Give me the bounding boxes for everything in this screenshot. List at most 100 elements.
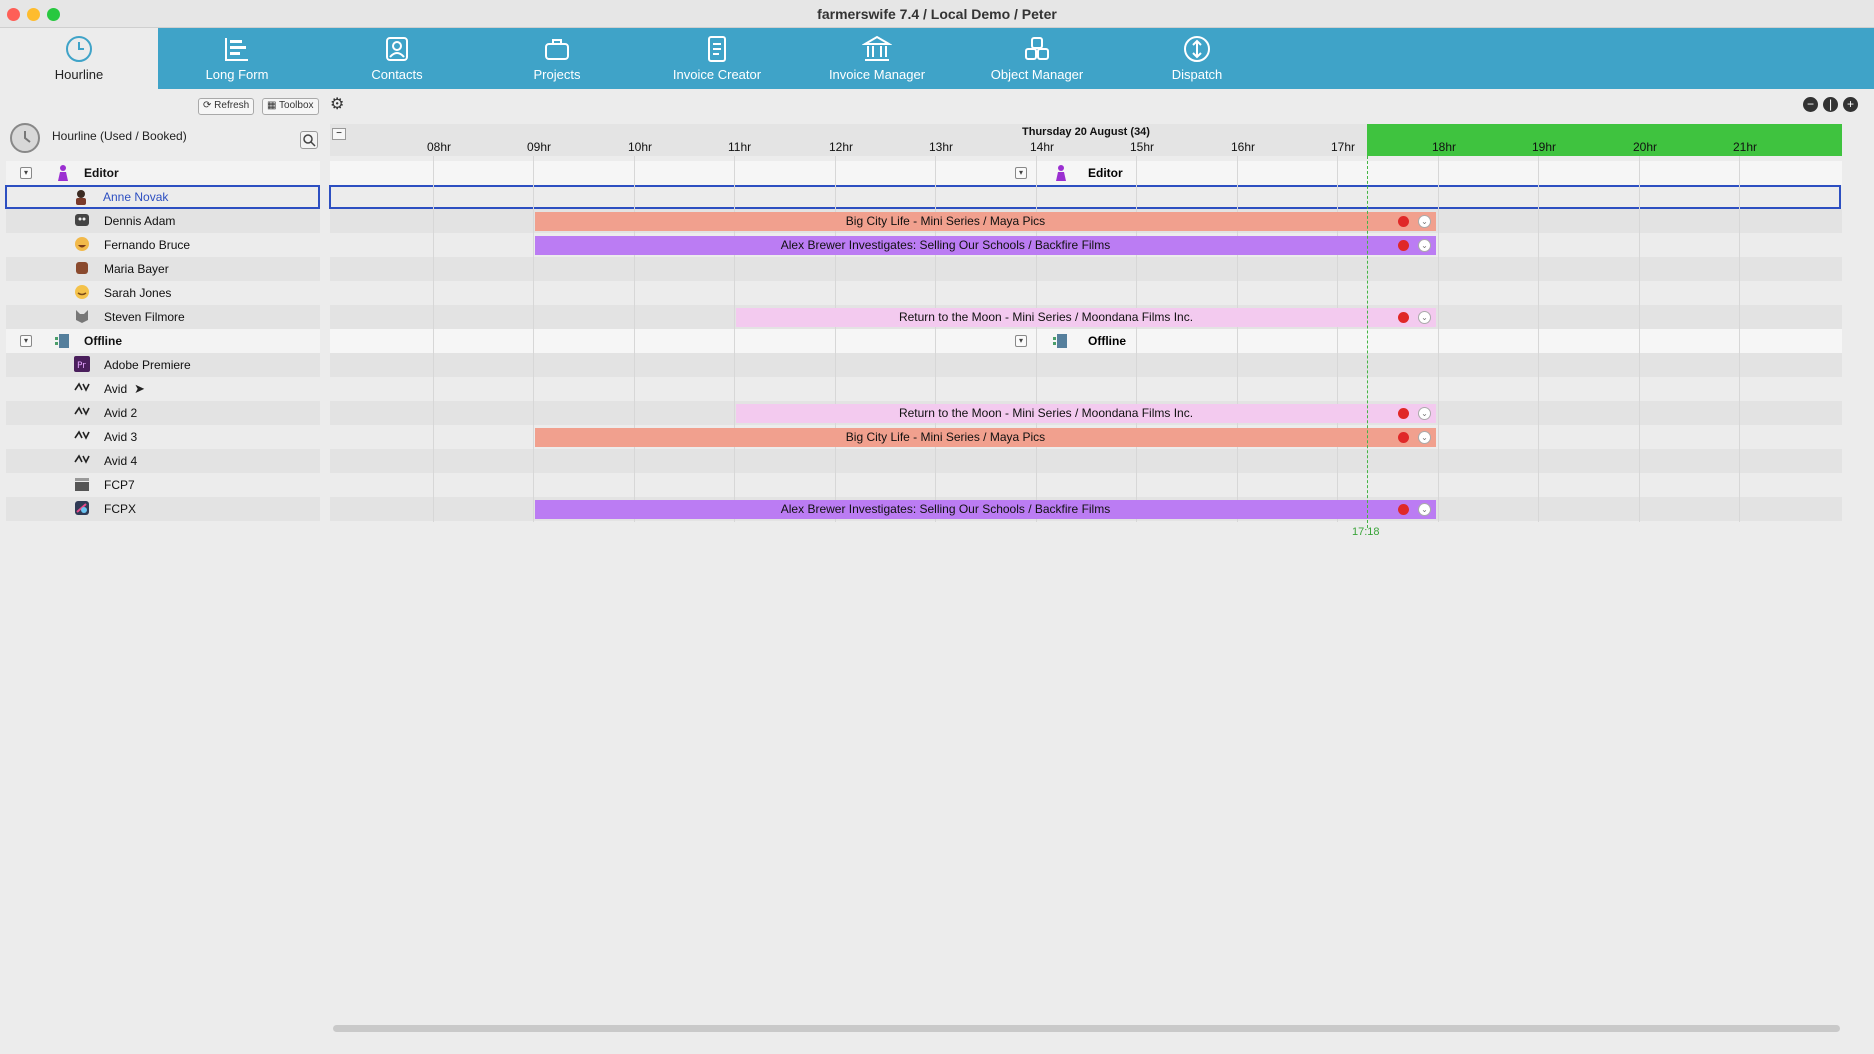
chevron-down-icon[interactable]: ⌄ — [1418, 239, 1431, 252]
gridline — [1237, 156, 1238, 522]
resource-row-sarah-jones[interactable]: Sarah Jones — [0, 281, 1874, 305]
nav-projects[interactable]: Projects — [478, 28, 636, 89]
chevron-down-icon[interactable]: ⌄ — [1418, 311, 1431, 324]
booking-bar[interactable]: Return to the Moon - Mini Series / Moond… — [736, 308, 1436, 327]
booking-bar[interactable]: Return to the Moon - Mini Series / Moond… — [736, 404, 1436, 423]
view-title: Hourline (Used / Booked) — [52, 129, 187, 143]
gridline — [1538, 156, 1539, 522]
gridline — [634, 156, 635, 522]
resource-row-anne-novak[interactable]: Anne Novak — [5, 185, 320, 209]
nav-object-manager[interactable]: Object Manager — [958, 28, 1116, 89]
timeline-row-anne-novak[interactable] — [329, 185, 1841, 209]
search-button[interactable] — [300, 131, 318, 149]
status-dot-icon — [1398, 240, 1409, 251]
booking-label: Alex Brewer Investigates: Selling Our Sc… — [780, 502, 1111, 516]
avid-icon — [74, 454, 90, 464]
disclosure-button[interactable]: ▾ — [1015, 167, 1027, 179]
current-time-line — [1367, 156, 1368, 528]
avatar — [76, 262, 88, 274]
hour-label: 10hr — [628, 140, 653, 154]
chevron-down-icon[interactable]: ⌄ — [1418, 503, 1431, 516]
refresh-label: Refresh — [214, 100, 250, 111]
gear-icon[interactable]: ⚙ — [330, 97, 344, 113]
group-label: Editor — [1088, 166, 1123, 180]
hour-label: 15hr — [1130, 140, 1155, 154]
avatar — [76, 190, 86, 205]
zoom-in-button[interactable]: + — [1843, 97, 1858, 112]
resource-row-fcp7[interactable]: FCP7 — [0, 473, 1874, 497]
booking-bar[interactable]: Alex Brewer Investigates: Selling Our Sc… — [535, 236, 1436, 255]
gridline — [1036, 156, 1037, 522]
resource-row-avid[interactable]: Avid ➤ — [0, 377, 1874, 401]
nav-invoice-creator[interactable]: Invoice Creator — [638, 28, 796, 89]
resource-label: Anne Novak — [103, 190, 169, 204]
avatar — [76, 310, 88, 323]
chevron-down-icon[interactable]: ⌄ — [1418, 407, 1431, 420]
disclosure-button[interactable]: ▾ — [20, 167, 32, 179]
booking-bar[interactable]: Big City Life - Mini Series / Maya Pics … — [535, 428, 1436, 447]
cubes-icon — [1025, 37, 1049, 60]
resource-row-avid-4[interactable]: Avid 4 — [0, 449, 1874, 473]
gridline — [1136, 156, 1137, 522]
contacts-icon — [386, 37, 408, 61]
nav-label: Projects — [533, 67, 581, 82]
status-dot-icon — [1398, 312, 1409, 323]
current-time-label: 17:18 — [1352, 526, 1380, 538]
premiere-icon: Pr — [74, 356, 90, 372]
hour-label: 08hr — [427, 140, 452, 154]
hour-label: 21hr — [1733, 140, 1758, 154]
longform-icon — [225, 38, 248, 61]
resource-row-maria-bayer[interactable]: Maria Bayer — [0, 257, 1874, 281]
resource-label: Adobe Premiere — [104, 358, 191, 372]
chevron-down-icon[interactable]: ⌄ — [1418, 215, 1431, 228]
hour-label: 19hr — [1532, 140, 1557, 154]
status-dot-icon — [1398, 432, 1409, 443]
gridline — [433, 156, 434, 522]
svg-text:Pr: Pr — [77, 361, 86, 371]
horizontal-scrollbar[interactable] — [333, 1025, 1840, 1032]
chevron-down-icon[interactable]: ⌄ — [1418, 431, 1431, 444]
nav-long-form[interactable]: Long Form — [158, 28, 316, 89]
nav-dispatch[interactable]: Dispatch — [1118, 28, 1276, 89]
zoom-out-button[interactable]: − — [1803, 97, 1818, 112]
search-icon — [303, 134, 316, 147]
booking-label: Big City Life - Mini Series / Maya Pics — [845, 214, 1046, 228]
nav-hourline[interactable]: Hourline — [0, 28, 158, 89]
group-label: Offline — [84, 334, 122, 348]
window-title: farmerswife 7.4 / Local Demo / Peter — [817, 6, 1057, 22]
resource-row-adobe-premiere[interactable]: Pr Adobe Premiere — [0, 353, 1874, 377]
gridline — [935, 156, 936, 522]
hour-label: 18hr — [1432, 140, 1457, 154]
dispatch-icon — [1184, 36, 1210, 62]
refresh-button[interactable]: ⟳ Refresh — [198, 98, 255, 115]
nav-label: Contacts — [371, 67, 423, 82]
booking-label: Alex Brewer Investigates: Selling Our Sc… — [780, 238, 1111, 252]
disclosure-button[interactable]: ▾ — [20, 335, 32, 347]
nav-invoice-manager[interactable]: Invoice Manager — [798, 28, 956, 89]
person-icon — [1056, 165, 1066, 181]
booking-bar[interactable]: Big City Life - Mini Series / Maya Pics … — [535, 212, 1436, 231]
date-label: Thursday 20 August (34) — [1022, 126, 1150, 138]
nav-contacts[interactable]: Contacts — [318, 28, 476, 89]
avatar — [75, 237, 89, 251]
hour-label: 12hr — [829, 140, 854, 154]
zoom-reset-button[interactable]: | — [1823, 97, 1838, 112]
resource-label: Dennis Adam — [104, 214, 176, 228]
gridline — [1639, 156, 1640, 522]
disclosure-button[interactable]: ▾ — [1015, 335, 1027, 347]
nav-label: Invoice Creator — [672, 67, 762, 82]
hour-label: 14hr — [1030, 140, 1055, 154]
group-row-offline: ▾ Offline ▾ Offline — [0, 329, 1874, 353]
nav-label: Invoice Manager — [828, 67, 926, 82]
gridline — [1337, 156, 1338, 522]
avatar — [75, 214, 89, 226]
resource-label: Maria Bayer — [104, 262, 169, 276]
avatar — [75, 285, 89, 299]
booking-bar[interactable]: Alex Brewer Investigates: Selling Our Sc… — [535, 500, 1436, 519]
gridline — [1739, 156, 1740, 522]
status-dot-icon — [1398, 216, 1409, 227]
resource-label: Steven Filmore — [104, 310, 185, 324]
nav-label: Long Form — [205, 67, 269, 82]
hour-label: 20hr — [1633, 140, 1658, 154]
toolbox-button[interactable]: ▦ Toolbox — [262, 98, 319, 115]
